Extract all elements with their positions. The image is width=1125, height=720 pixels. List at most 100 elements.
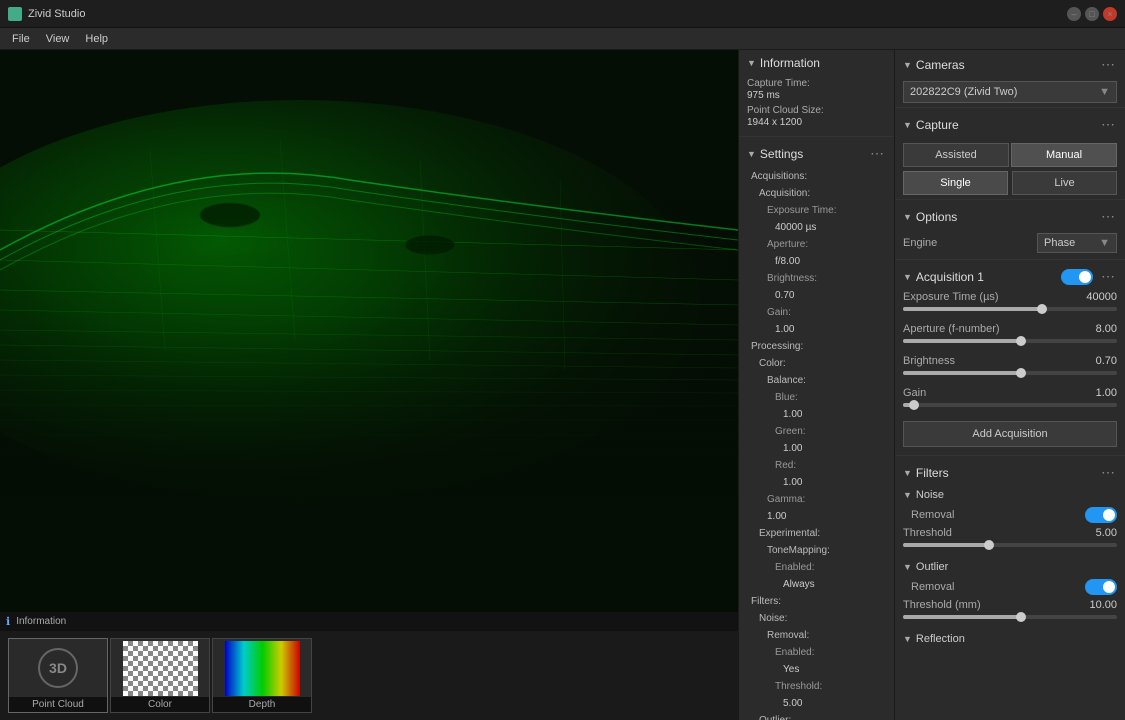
capture-mode-row: Assisted Manual <box>903 143 1117 167</box>
exposure-time-slider-track[interactable] <box>903 307 1117 311</box>
engine-row: Engine Phase ▼ <box>895 229 1125 257</box>
options-collapse-arrow: ▼ <box>903 212 912 222</box>
outlier-threshold-label-row: Threshold (mm) 10.00 <box>903 599 1117 611</box>
thumbnail-depth-label: Depth <box>213 697 311 712</box>
3d-viewer[interactable] <box>0 50 738 630</box>
red-label: Red: <box>739 457 894 474</box>
outlier-threshold-slider-track[interactable] <box>903 615 1117 619</box>
information-section-header[interactable]: ▼ Information <box>739 50 894 74</box>
settings-panel: ▼ Information Capture Time: 975 ms Point… <box>738 50 895 720</box>
gain-slider-thumb[interactable] <box>909 400 919 410</box>
information-content: Capture Time: 975 ms Point Cloud Size: 1… <box>739 74 894 134</box>
options-title: Options <box>916 210 957 224</box>
thumbnail-color-img <box>111 640 209 697</box>
close-button[interactable]: × <box>1103 7 1117 21</box>
settings-section-header[interactable]: ▼ Settings ⋯ <box>739 139 894 166</box>
noise-removal-toggle[interactable] <box>1085 507 1117 523</box>
outlier-removal-row: Removal <box>895 577 1125 597</box>
menu-help[interactable]: Help <box>77 31 116 47</box>
thumbnail-depth[interactable]: Depth <box>212 638 312 713</box>
right-panel: ▼ Cameras ⋯ 202822C9 (Zivid Two) ▼ ▼ Cap… <box>895 50 1125 720</box>
info-bar: ℹ Information <box>0 612 738 630</box>
outlier-removal-label: Removal <box>911 581 954 593</box>
aperture-slider-track[interactable] <box>903 339 1117 343</box>
outlier-title-row: ▼ Outlier <box>903 561 948 573</box>
brightness-slider-track[interactable] <box>903 371 1117 375</box>
options-section-header[interactable]: ▼ Options ⋯ <box>895 202 1125 229</box>
exp-time-label: Exposure Time: <box>739 202 894 219</box>
info-icon: ℹ <box>6 615 10 628</box>
brightness-slider-fill <box>903 371 1021 375</box>
assisted-button[interactable]: Assisted <box>903 143 1009 167</box>
cameras-section-header[interactable]: ▼ Cameras ⋯ <box>895 50 1125 77</box>
menu-view[interactable]: View <box>38 31 78 47</box>
capture-more-button[interactable]: ⋯ <box>1099 116 1117 133</box>
thumbnail-pointcloud[interactable]: 3D Point Cloud <box>8 638 108 713</box>
thumbnail-color[interactable]: Color <box>110 638 210 713</box>
divider-acquisition <box>895 455 1125 456</box>
viewer-area: ℹ Information 3D Point Cloud Color <box>0 50 738 720</box>
aperture-value-s: f/8.00 <box>739 253 894 270</box>
camera-dropdown[interactable]: 202822C9 (Zivid Two) ▼ <box>903 81 1117 103</box>
noise-threshold-slider-thumb[interactable] <box>984 540 994 550</box>
brightness-slider-thumb[interactable] <box>1016 368 1026 378</box>
gain-slider-track[interactable] <box>903 403 1117 407</box>
capture-time-value: 975 ms <box>747 90 886 101</box>
reflection-sub-header[interactable]: ▼ Reflection <box>895 629 1125 649</box>
capture-collapse-arrow: ▼ <box>903 120 912 130</box>
brightness-label-s: Brightness: <box>739 270 894 287</box>
blue-label: Blue: <box>739 389 894 406</box>
aperture-slider-thumb[interactable] <box>1016 336 1026 346</box>
aperture-label: Aperture (f-number) <box>903 323 1000 335</box>
thumbnail-bar: 3D Point Cloud Color Depth <box>0 630 738 720</box>
add-acquisition-button[interactable]: Add Acquisition <box>903 421 1117 447</box>
acquisition1-more-button[interactable]: ⋯ <box>1099 268 1117 285</box>
settings-more-button[interactable]: ⋯ <box>868 145 886 162</box>
information-title: Information <box>760 56 820 70</box>
acq1-collapse-arrow: ▼ <box>903 272 912 282</box>
options-header-left: ▼ Options <box>903 210 957 224</box>
noise-removal-row: Removal <box>895 505 1125 525</box>
filters-more-button[interactable]: ⋯ <box>1099 464 1117 481</box>
acquisition-label: Acquisition: <box>739 185 894 202</box>
app-icon <box>8 7 22 21</box>
noise-threshold-value: 5.00 <box>739 695 894 712</box>
minimize-button[interactable]: – <box>1067 7 1081 21</box>
live-button[interactable]: Live <box>1012 171 1117 195</box>
cameras-more-button[interactable]: ⋯ <box>1099 56 1117 73</box>
titlebar: Zivid Studio – □ × <box>0 0 1125 28</box>
engine-dropdown[interactable]: Phase ▼ <box>1037 233 1117 253</box>
outlier-sub-header[interactable]: ▼ Outlier <box>895 557 1125 577</box>
settings-header-left: ▼ Settings <box>747 147 803 161</box>
acquisition1-toggle[interactable] <box>1061 269 1093 285</box>
filters-section-header[interactable]: ▼ Filters ⋯ <box>895 458 1125 485</box>
brightness-value: 0.70 <box>1096 355 1117 367</box>
outlier-label-s: Outlier: <box>739 712 894 720</box>
outlier-removal-toggle[interactable] <box>1085 579 1117 595</box>
single-button[interactable]: Single <box>903 171 1008 195</box>
exposure-time-slider-thumb[interactable] <box>1037 304 1047 314</box>
gain-value: 1.00 <box>1096 387 1117 399</box>
gain-label-row: Gain 1.00 <box>903 387 1117 399</box>
manual-button[interactable]: Manual <box>1011 143 1117 167</box>
maximize-button[interactable]: □ <box>1085 7 1099 21</box>
settings-title: Settings <box>760 147 803 161</box>
aperture-slider-fill <box>903 339 1021 343</box>
capture-section-header[interactable]: ▼ Capture ⋯ <box>895 110 1125 137</box>
brightness-label-row: Brightness 0.70 <box>903 355 1117 367</box>
point-cloud-size-label: Point Cloud Size: <box>747 105 886 116</box>
gamma-value: 1.00 <box>739 508 894 525</box>
noise-threshold-slider-track[interactable] <box>903 543 1117 547</box>
options-more-button[interactable]: ⋯ <box>1099 208 1117 225</box>
acquisition1-header[interactable]: ▼ Acquisition 1 ⋯ <box>895 262 1125 289</box>
outlier-threshold-control: Threshold (mm) 10.00 <box>895 597 1125 629</box>
tm-enabled-label: Enabled: <box>739 559 894 576</box>
engine-value: Phase <box>1044 237 1075 249</box>
aperture-label-s: Aperture: <box>739 236 894 253</box>
capture-time-label: Capture Time: <box>747 78 886 89</box>
gain-label-s: Gain: <box>739 304 894 321</box>
noise-sub-header[interactable]: ▼ Noise <box>895 485 1125 505</box>
menu-file[interactable]: File <box>4 31 38 47</box>
outlier-threshold-label: Threshold (mm) <box>903 599 981 611</box>
outlier-threshold-slider-thumb[interactable] <box>1016 612 1026 622</box>
